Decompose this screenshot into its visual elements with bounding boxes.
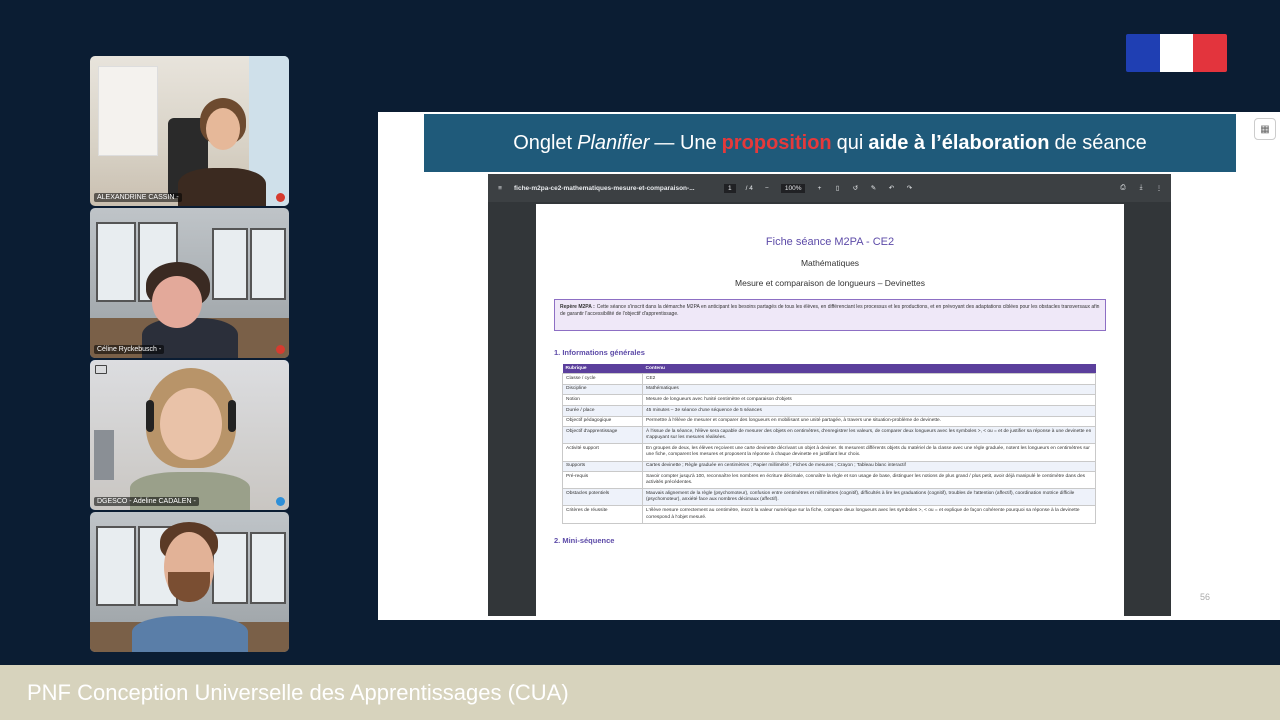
table-row: Objectif pédagogique Permettre à l'élève … — [562, 415, 1096, 428]
table-header: Rubrique — [562, 364, 643, 374]
title-part-bold: aide à l’élaboration — [868, 131, 1050, 154]
info-table: Rubrique Contenu Classe / cycle CE2 Disci… — [562, 364, 1096, 524]
mic-on-icon — [276, 497, 285, 506]
doc-topic: Mesure et comparaison de longueurs – Dev… — [735, 278, 925, 288]
presentation-slide: Onglet Planifier — Une proposition qui a… — [378, 112, 1280, 620]
zoom-in-icon[interactable]: + — [815, 185, 823, 192]
page-total: / 4 — [745, 184, 753, 192]
table-cell: Pré-requis — [562, 471, 643, 490]
rotate-icon[interactable]: ↺ — [851, 184, 859, 192]
repere-box: Repère M2PA : Cette séance s'inscrit dans… — [554, 299, 1106, 331]
table-cell: En groupes de deux, les élèves reçoivent… — [642, 443, 1096, 462]
whiteboard — [98, 66, 158, 156]
participant-tile-1[interactable]: ALEXANDRINE CASSIN - — [90, 56, 289, 206]
footer-text: PNF Conception Universelle des Apprentis… — [27, 679, 569, 705]
pdf-viewer[interactable]: ≡ fiche-m2pa-ce2-mathematiques-mesure-et… — [488, 174, 1171, 616]
repere-text: Cette séance s'inscrit dans la démarche … — [560, 304, 1100, 318]
footer-banner: PNF Conception Universelle des Apprentis… — [0, 665, 1280, 720]
window — [96, 222, 136, 302]
section-heading: 1. Informations générales — [554, 348, 645, 357]
table-row: Discipline Mathématiques — [562, 383, 1096, 396]
repere-label: Repère M2PA : — [560, 304, 595, 310]
doc-title: Fiche séance M2PA - CE2 — [765, 236, 895, 248]
table-cell: Notion — [562, 394, 643, 406]
shelf — [94, 430, 114, 480]
participant-name: Céline Ryckebusch - — [94, 345, 165, 354]
undo-icon[interactable]: ↶ — [887, 184, 895, 192]
participant-tile-3[interactable]: DGESCO - Adeline CADALEN - — [90, 360, 289, 510]
participant-tile-2[interactable]: Céline Ryckebusch - — [90, 208, 289, 358]
table-row: Obstacles potentiels Mauvais alignement d… — [562, 488, 1096, 507]
mic-off-icon — [276, 345, 285, 354]
table-cell: Objectif d'apprentissage — [562, 426, 643, 445]
table-row: Durée / place 45 minutes – 3e séance d'un… — [562, 404, 1096, 417]
qr-code-icon[interactable]: ▦ — [1254, 118, 1276, 140]
window — [250, 228, 286, 300]
table-cell: Savoir compter jusqu'à 100, reconnaître … — [642, 471, 1096, 490]
page-input[interactable]: 1 — [724, 183, 736, 193]
title-part-highlight: proposition — [721, 131, 832, 154]
participant-name: DGESCO - Adeline CADALEN - — [94, 497, 199, 506]
screen-share-icon — [95, 365, 107, 374]
doc-subject: Mathématiques — [800, 258, 860, 268]
redo-icon[interactable]: ↷ — [905, 184, 913, 192]
pdf-filename: fiche-m2pa-ce2-mathematiques-mesure-et-c… — [514, 184, 695, 192]
table-cell: Critères de réussite — [562, 505, 643, 524]
table-cell: Classe / cycle — [562, 373, 643, 385]
annotate-icon[interactable]: ✎ — [869, 184, 877, 192]
mic-off-icon — [276, 193, 285, 202]
table-cell: Mauvais alignement de la règle (psychomo… — [642, 488, 1096, 507]
table-cell: À l'issue de la séance, l'élève sera cap… — [642, 426, 1096, 445]
participant-name: ALEXANDRINE CASSIN - — [94, 193, 182, 202]
table-row: Activité support En groupes de deux, les … — [562, 443, 1096, 462]
fit-page-icon[interactable]: ▯ — [833, 184, 841, 192]
pdf-page: Fiche séance M2PA - CE2 Mathématiques Me… — [536, 204, 1124, 616]
table-cell: Cartes devinette ; Règle graduée en cent… — [642, 460, 1096, 473]
republique-francaise-logo — [1126, 34, 1227, 72]
title-part: qui — [836, 131, 864, 154]
zoom-out-icon[interactable]: − — [763, 185, 771, 192]
table-cell: Objectif pédagogique — [562, 415, 643, 428]
zoom-level[interactable]: 100% — [780, 183, 806, 193]
table-cell: Durée / place — [562, 404, 643, 417]
section-heading: 2. Mini-séquence — [554, 535, 615, 545]
table-row: Pré-requis Savoir compter jusqu'à 100, re… — [562, 471, 1096, 490]
table-row: Supports Cartes devinette ; Règle graduée… — [562, 460, 1096, 473]
table-cell: CE2 — [642, 373, 1096, 385]
download-icon[interactable]: ⤓ — [1137, 184, 1145, 192]
table-cell: Supports — [562, 460, 643, 473]
window — [212, 228, 248, 300]
table-row: Objectif d'apprentissage À l'issue de la … — [562, 426, 1096, 445]
table-cell: L'élève mesure correctement au centimètr… — [642, 505, 1096, 524]
participant-tile-4[interactable] — [90, 512, 289, 652]
table-cell: Permettre à l'élève de mesurer et compar… — [642, 415, 1096, 428]
title-part: de séance — [1054, 131, 1147, 154]
table-cell: Mathématiques — [642, 383, 1096, 396]
table-row: Notion Mesure de longueurs avec l'unité c… — [562, 394, 1096, 406]
table-header: Contenu — [642, 364, 1096, 374]
table-cell: Discipline — [562, 383, 643, 396]
slide-page-number: 56 — [1199, 592, 1210, 602]
pdf-toolbar: ≡ fiche-m2pa-ce2-mathematiques-mesure-et… — [488, 174, 1171, 202]
menu-icon[interactable]: ≡ — [496, 185, 504, 192]
table-row: Critères de réussite L'élève mesure corre… — [562, 505, 1096, 524]
title-part: — Une — [654, 131, 717, 154]
title-part-italic: Planifier — [577, 131, 650, 154]
window — [96, 526, 136, 606]
window — [250, 532, 286, 604]
table-row: Classe / cycle CE2 — [562, 373, 1096, 385]
print-icon[interactable]: ⎙ — [1119, 184, 1127, 192]
slide-title-banner: Onglet Planifier — Une proposition qui a… — [424, 114, 1236, 172]
table-cell: Obstacles potentiels — [562, 488, 643, 507]
more-icon[interactable]: ⋮ — [1155, 184, 1163, 192]
table-cell: 45 minutes – 3e séance d'une séquence de… — [642, 404, 1096, 417]
table-cell: Mesure de longueurs avec l'unité centimè… — [642, 394, 1096, 406]
title-part: Onglet — [513, 131, 573, 154]
table-cell: Activité support — [562, 443, 643, 462]
